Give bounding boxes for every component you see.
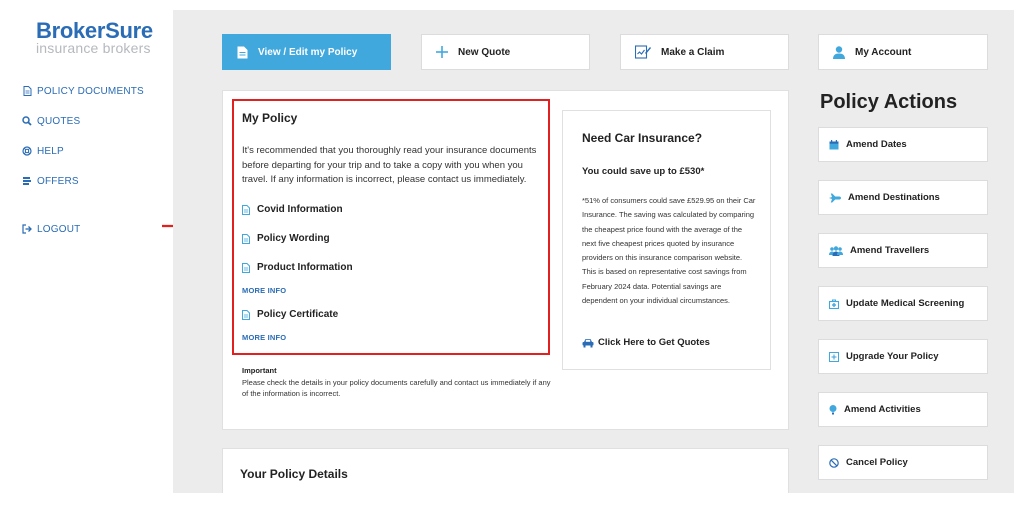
more-info-link-product[interactable]: MORE INFO xyxy=(242,286,286,295)
my-policy-title: My Policy xyxy=(242,111,298,125)
document-icon xyxy=(242,204,250,215)
sidebar-nav: POLICY DOCUMENTS QUOTES HELP OFFERS LOGO… xyxy=(22,76,144,244)
document-icon xyxy=(237,46,248,59)
car-icon xyxy=(582,338,594,348)
document-icon xyxy=(22,86,32,96)
balloon-icon xyxy=(829,404,837,415)
plus-icon xyxy=(436,46,448,58)
amend-activities-button[interactable]: Amend Activities xyxy=(818,392,988,427)
sidebar-item-label: OFFERS xyxy=(37,175,79,187)
action-label: Update Medical Screening xyxy=(846,298,965,309)
action-label: Amend Dates xyxy=(846,139,907,150)
doc-covid-information[interactable]: Covid Information xyxy=(242,204,343,215)
important-text: Please check the details in your policy … xyxy=(242,378,551,398)
car-insurance-disclaimer: *51% of consumers could save £529.95 on … xyxy=(582,196,756,306)
action-label: Amend Travellers xyxy=(850,245,930,256)
action-label: Cancel Policy xyxy=(846,457,908,468)
my-policy-intro: It's recommended that you thoroughly rea… xyxy=(242,145,537,185)
sidebar-item-label: LOGOUT xyxy=(37,223,81,235)
medical-icon xyxy=(829,299,839,309)
doc-label: Covid Information xyxy=(257,204,343,215)
sidebar-item-offers[interactable]: OFFERS xyxy=(22,166,144,196)
document-icon xyxy=(242,262,250,273)
my-account-label: My Account xyxy=(855,46,912,58)
action-label: Amend Destinations xyxy=(848,192,940,203)
policy-actions-title: Policy Actions xyxy=(820,91,958,113)
sidebar-item-help[interactable]: HELP xyxy=(22,136,144,166)
amend-dates-button[interactable]: Amend Dates xyxy=(818,127,988,162)
search-icon xyxy=(22,116,32,126)
view-edit-policy-button[interactable]: View / Edit my Policy xyxy=(222,34,391,70)
claim-form-icon xyxy=(635,45,651,59)
plane-icon xyxy=(829,193,841,203)
get-quotes-link[interactable]: Click Here to Get Quotes xyxy=(582,337,710,348)
sidebar-item-policy-documents[interactable]: POLICY DOCUMENTS xyxy=(22,76,144,106)
doc-policy-certificate[interactable]: Policy Certificate xyxy=(242,309,338,320)
sidebar-item-label: HELP xyxy=(37,145,64,157)
doc-label: Product Information xyxy=(257,262,353,273)
sidebar-item-label: QUOTES xyxy=(37,115,81,127)
make-claim-button[interactable]: Make a Claim xyxy=(620,34,789,70)
new-quote-label: New Quote xyxy=(458,46,511,58)
car-insurance-card: Need Car Insurance? You could save up to… xyxy=(562,110,771,370)
make-claim-label: Make a Claim xyxy=(661,46,725,58)
document-icon xyxy=(242,309,250,320)
brand-name: BrokerSure xyxy=(36,18,153,43)
my-account-button[interactable]: My Account xyxy=(818,34,988,70)
doc-label: Policy Wording xyxy=(257,233,330,244)
offers-icon xyxy=(22,176,32,186)
upgrade-policy-button[interactable]: Upgrade Your Policy xyxy=(818,339,988,374)
amend-destinations-button[interactable]: Amend Destinations xyxy=(818,180,988,215)
sidebar: BrokerSure insurance brokers POLICY DOCU… xyxy=(0,0,173,505)
more-info-link-certificate[interactable]: MORE INFO xyxy=(242,333,286,342)
cancel-icon xyxy=(829,457,839,468)
users-icon xyxy=(829,245,843,256)
brand-logo[interactable]: BrokerSure insurance brokers xyxy=(36,18,153,56)
action-label: Upgrade Your Policy xyxy=(846,351,939,362)
doc-policy-wording[interactable]: Policy Wording xyxy=(242,233,330,244)
policy-details-title: Your Policy Details xyxy=(240,467,348,481)
sidebar-item-label: POLICY DOCUMENTS xyxy=(37,85,144,97)
amend-travellers-button[interactable]: Amend Travellers xyxy=(818,233,988,268)
policy-details-card: Your Policy Details xyxy=(222,448,789,493)
user-icon xyxy=(833,45,845,59)
logout-icon xyxy=(22,224,32,234)
action-label: Amend Activities xyxy=(844,404,921,415)
important-title: Important xyxy=(242,366,277,375)
calendar-icon xyxy=(829,139,839,150)
sidebar-item-logout[interactable]: LOGOUT xyxy=(22,214,144,244)
main-panel: View / Edit my Policy New Quote Make a C… xyxy=(173,10,1014,493)
brand-tagline: insurance brokers xyxy=(36,40,151,56)
doc-label: Policy Certificate xyxy=(257,309,339,320)
document-icon xyxy=(242,233,250,244)
update-medical-screening-button[interactable]: Update Medical Screening xyxy=(818,286,988,321)
get-quotes-label: Click Here to Get Quotes xyxy=(598,337,710,348)
car-insurance-title: Need Car Insurance? xyxy=(582,131,703,145)
help-icon xyxy=(22,146,32,156)
new-quote-button[interactable]: New Quote xyxy=(421,34,590,70)
sidebar-item-quotes[interactable]: QUOTES xyxy=(22,106,144,136)
plus-square-icon xyxy=(829,351,839,362)
cancel-policy-button[interactable]: Cancel Policy xyxy=(818,445,988,480)
view-edit-policy-label: View / Edit my Policy xyxy=(258,46,358,58)
doc-product-information[interactable]: Product Information xyxy=(242,262,353,273)
car-insurance-subtitle: You could save up to £530* xyxy=(582,166,705,177)
